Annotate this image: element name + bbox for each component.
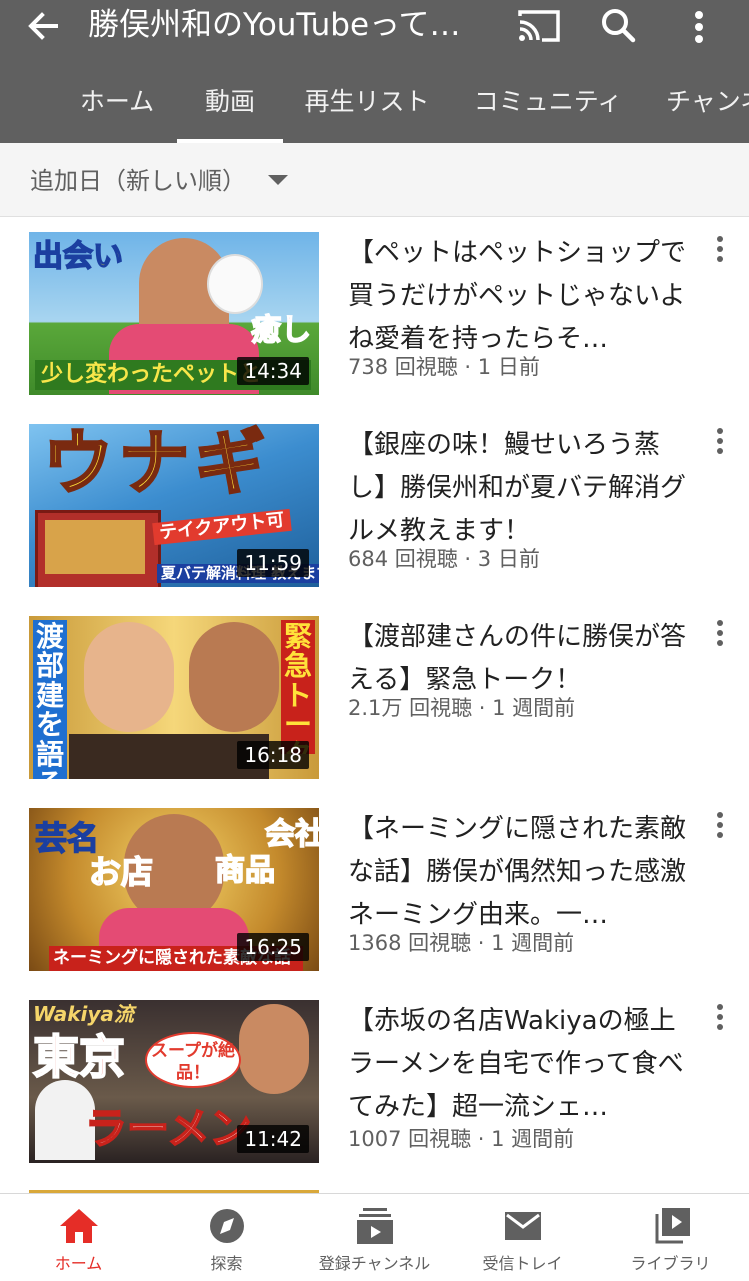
- video-thumbnail[interactable]: 出会い 癒し 少し変わったペットと 14:34: [29, 232, 319, 395]
- video-menu-button[interactable]: [710, 428, 730, 458]
- person-right: [189, 622, 279, 732]
- thumb-word-1: 芸名: [34, 819, 100, 857]
- video-title[interactable]: 【ネーミングに隠された素敵な話】勝俣が偶然知った感激ネーミング由来。一…: [348, 808, 698, 937]
- dropdown-caret-icon: [268, 175, 288, 185]
- video-thumbnail[interactable]: ウナギ テイクアウト可 夏バテ解消料理 教えます！ 11:59: [29, 424, 319, 587]
- thumb-word-4: 商品: [214, 853, 276, 888]
- video-meta: 2.1万 回視聴 · 1 週間前: [348, 696, 576, 720]
- nav-label: 登録チャンネル: [318, 1254, 431, 1273]
- thumb-text-big: 東京: [32, 1030, 126, 1084]
- sort-dropdown[interactable]: 追加日（新しい順）: [0, 143, 749, 217]
- video-title[interactable]: 【赤坂の名店Wakiyaの極上ラーメンを自宅で作って食べてみた】超一流シェ…: [348, 1000, 698, 1129]
- video-item[interactable]: Wakiya流 東京 スープが絶品！ ラーメン 11:42 【赤坂の名店Waki…: [0, 1000, 749, 1170]
- channel-tabs: ホーム 動画 再生リスト コミュニティ チャンネ: [0, 70, 749, 143]
- video-title[interactable]: 【ペットはペットショップで買うだけがペットじゃないよね愛着を持ったらそ…: [348, 232, 698, 361]
- more-vert-icon: [710, 236, 730, 262]
- tab-channels[interactable]: チャンネ: [666, 70, 749, 143]
- thumb-text-big: 出会い: [32, 239, 124, 274]
- sort-label: 追加日（新しい順）: [30, 167, 246, 195]
- channel-title: 勝俣州和のYouTubeって…: [88, 7, 461, 43]
- video-meta: 738 回視聴 · 1 日前: [348, 355, 540, 379]
- tab-playlists[interactable]: 再生リスト: [300, 70, 434, 143]
- channel-header: 勝俣州和のYouTubeって… ホーム 動画 再生リスト コミュニティ チャン: [0, 0, 749, 143]
- video-item[interactable]: 芸名 お店 会社 商品 ネーミングに隠された素敵な話 16:25 【ネーミングに…: [0, 808, 749, 978]
- back-button[interactable]: [22, 6, 64, 46]
- video-duration: 14:34: [237, 357, 309, 385]
- back-arrow-icon: [28, 12, 58, 40]
- search-button[interactable]: [598, 6, 640, 46]
- inbox-mail-icon: [504, 1212, 541, 1240]
- nav-inbox[interactable]: 受信トレイ: [448, 1194, 597, 1281]
- video-menu-button[interactable]: [710, 1004, 730, 1034]
- video-duration: 16:18: [237, 741, 309, 769]
- tab-videos[interactable]: 動画: [177, 70, 283, 143]
- video-meta: 684 回視聴 · 3 日前: [348, 547, 540, 571]
- more-vert-icon: [710, 428, 730, 454]
- thumb-word-3: 会社: [264, 817, 319, 852]
- thumb-text-right: 緊急トーク: [281, 620, 315, 754]
- thumb-word-2: お店: [88, 853, 154, 891]
- chicken-figure: [207, 254, 263, 314]
- nav-label: 受信トレイ: [482, 1254, 563, 1273]
- video-item[interactable]: ウナギ テイクアウト可 夏バテ解消料理 教えます！ 11:59 【銀座の味！鰻せ…: [0, 424, 749, 594]
- tab-home[interactable]: ホーム: [78, 70, 156, 143]
- nav-explore[interactable]: 探索: [152, 1194, 301, 1281]
- home-icon: [59, 1209, 98, 1243]
- cast-icon: [518, 10, 560, 42]
- video-thumbnail[interactable]: 芸名 お店 会社 商品 ネーミングに隠された素敵な話 16:25: [29, 808, 319, 971]
- video-item[interactable]: 渡部建を語る 緊急トーク 16:18 【渡部建さんの件に勝俣が答える】緊急トーク…: [0, 616, 749, 786]
- library-icon: [655, 1208, 690, 1244]
- thumb-bubble: スープが絶品！: [145, 1032, 241, 1088]
- more-vert-icon: [710, 620, 730, 646]
- video-duration: 16:25: [237, 933, 309, 961]
- video-thumbnail[interactable]: 渡部建を語る 緊急トーク 16:18: [29, 616, 319, 779]
- nav-label: ライブラリ: [630, 1254, 711, 1273]
- video-thumbnail[interactable]: Wakiya流 東京 スープが絶品！ ラーメン 11:42: [29, 1000, 319, 1163]
- more-vert-icon: [695, 11, 703, 43]
- compass-icon: [209, 1209, 244, 1243]
- tab-community[interactable]: コミュニティ: [472, 70, 624, 143]
- video-menu-button[interactable]: [710, 620, 730, 650]
- video-menu-button[interactable]: [710, 812, 730, 842]
- cast-button[interactable]: [516, 8, 562, 44]
- subscriptions-icon: [356, 1208, 393, 1244]
- nav-library[interactable]: ライブラリ: [596, 1194, 745, 1281]
- video-item[interactable]: 出会い 癒し 少し変わったペットと 14:34 【ペットはペットショップで買うだ…: [0, 232, 749, 402]
- video-title[interactable]: 【銀座の味！鰻せいろう蒸し】勝俣州和が夏バテ解消グルメ教えます！: [348, 424, 698, 553]
- video-duration: 11:42: [237, 1125, 309, 1153]
- bottom-navigation: ホーム 探索 登録チャンネル 受信トレイ ライブラリ: [0, 1193, 749, 1281]
- more-options-button[interactable]: [684, 6, 714, 46]
- nav-label: ホーム: [54, 1254, 103, 1273]
- nav-home[interactable]: ホーム: [4, 1194, 153, 1281]
- thumb-text-top: Wakiya流: [33, 1002, 134, 1026]
- more-vert-icon: [710, 1004, 730, 1030]
- video-duration: 11:59: [237, 549, 309, 577]
- nav-label: 探索: [210, 1254, 243, 1273]
- thumb-text-side: 癒し: [250, 313, 312, 348]
- search-icon: [602, 9, 636, 43]
- video-meta: 1007 回視聴 · 1 週間前: [348, 1127, 575, 1151]
- nav-subscriptions[interactable]: 登録チャンネル: [300, 1194, 449, 1281]
- thumb-tag: テイクアウト可: [152, 508, 292, 546]
- person-left: [84, 622, 174, 732]
- top-app-bar: 勝俣州和のYouTubeって…: [0, 0, 749, 52]
- video-meta: 1368 回視聴 · 1 週間前: [348, 931, 575, 955]
- thumb-text-big: ウナギ: [42, 424, 271, 504]
- thumb-text-left: 渡部建を語る: [33, 620, 67, 779]
- video-title[interactable]: 【渡部建さんの件に勝俣が答える】緊急トーク！: [348, 616, 698, 702]
- thumb-text-bottom: ラーメン: [84, 1104, 252, 1153]
- person-figure: [239, 1004, 309, 1094]
- video-menu-button[interactable]: [710, 236, 730, 266]
- more-vert-icon: [710, 812, 730, 838]
- unagi-food: [45, 520, 145, 574]
